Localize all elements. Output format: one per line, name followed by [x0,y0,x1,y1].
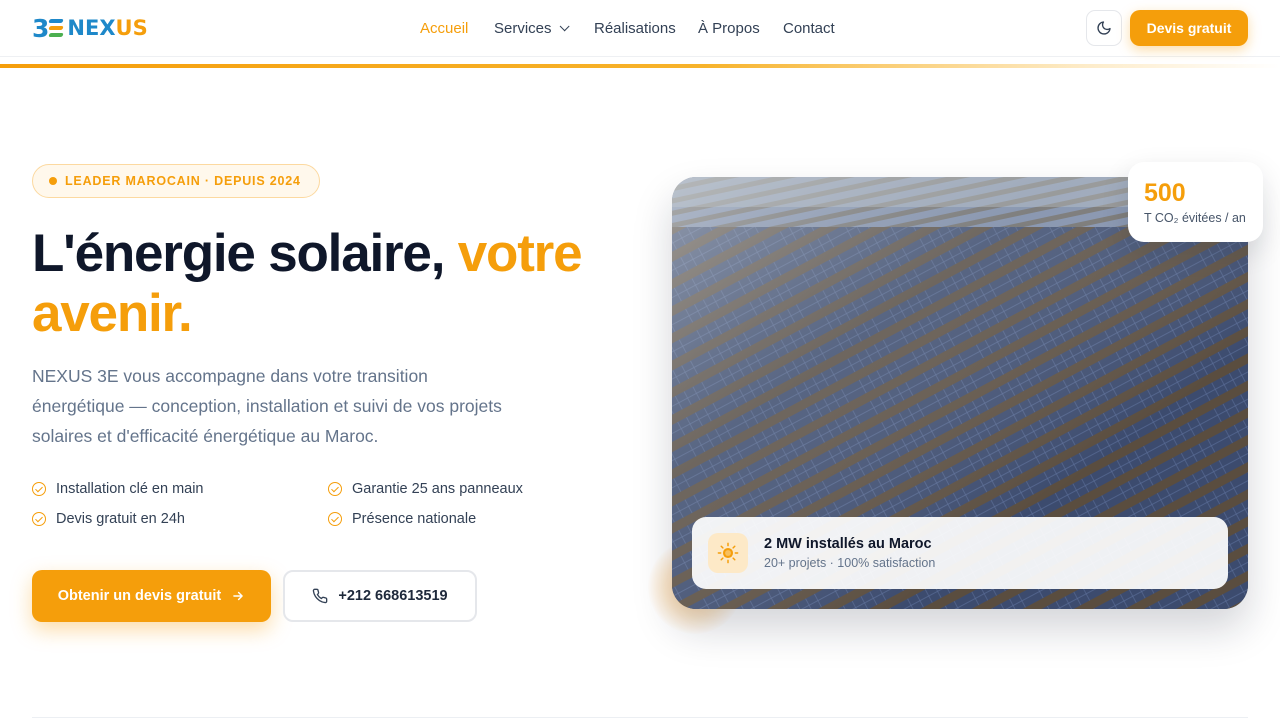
check-circle-icon [328,481,342,496]
co2-label: T CO₂ évitées / an [1144,211,1246,225]
feature-label: Installation clé en main [56,480,204,497]
logo-text-part-a: NEX [67,16,116,40]
phone-icon [313,588,328,604]
logo-text-part-b: US [115,16,148,40]
badge-label: LEADER MAROCAIN · DEPUIS 2024 [65,174,301,188]
hero-badge: LEADER MAROCAIN · DEPUIS 2024 [32,164,320,198]
nav-contact[interactable]: Contact [783,19,835,37]
logo-mark-digit: 3 [32,13,49,43]
installed-stat-text: 2 MW installés au Maroc 20+ projets · 10… [764,536,935,570]
theme-toggle-button[interactable] [1086,10,1122,46]
feature-item: Devis gratuit en 24h [32,509,328,528]
feature-label: Garantie 25 ans panneaux [352,480,523,497]
installed-title: 2 MW installés au Maroc [764,536,932,552]
sun-icon [708,533,748,573]
check-circle-icon [32,511,46,526]
logo-wordmark: NEXUS [67,16,147,40]
check-circle-icon [32,481,46,496]
phone-number: +212 668613519 [338,588,448,604]
co2-stat-card: 500 T CO₂ évitées / an [1128,162,1263,242]
section-divider [32,717,1248,718]
arrow-right-icon [233,591,244,601]
nav-realisations[interactable]: Réalisations [594,19,698,37]
feature-label: Devis gratuit en 24h [56,510,185,527]
moon-icon [1097,21,1111,35]
hero-title-main: L'énergie solaire, [32,224,458,283]
feature-item: Installation clé en main [32,479,328,498]
header-quote-button[interactable]: Devis gratuit [1130,10,1248,46]
co2-value: 500 [1144,179,1186,207]
installed-subtitle: 20+ projets · 100% satisfaction [764,556,936,570]
nav-services[interactable]: Services [494,19,594,37]
feature-item: Garantie 25 ans panneaux [328,479,608,498]
check-circle-icon [328,511,342,526]
site-header: 3 NEXUS Accueil Services Réalisations À … [0,0,1280,57]
feature-item: Présence nationale [328,509,608,528]
badge-dot-icon [49,177,57,185]
feature-label: Présence nationale [352,510,477,527]
phone-button[interactable]: +212 668613519 [283,570,477,622]
nav-a-propos[interactable]: À Propos [698,19,783,37]
feature-list: Installation clé en main Garantie 25 ans… [32,479,612,528]
chevron-down-icon [559,20,570,31]
nav-accueil[interactable]: Accueil [420,19,494,37]
nav-services-label: Services [494,19,552,37]
installed-stat-card: 2 MW installés au Maroc 20+ projets · 10… [692,517,1228,589]
hero-lead: NEXUS 3E vous accompagne dans votre tran… [32,366,502,446]
logo-mark: 3 [32,14,67,43]
header-accent-line [0,64,1280,68]
get-quote-button[interactable]: Obtenir un devis gratuit [32,570,271,622]
logo[interactable]: 3 NEXUS [32,14,148,43]
hero-title: L'énergie solaire, votre avenir. [32,224,632,344]
get-quote-label: Obtenir un devis gratuit [57,588,222,604]
logo-bars-icon [48,19,65,37]
main-nav: Accueil Services Réalisations À Propos C… [420,19,835,37]
